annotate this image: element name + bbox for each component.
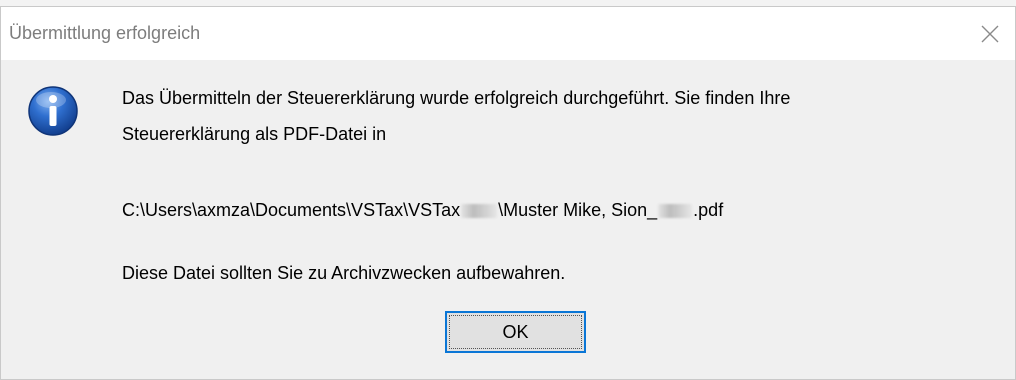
file-path: C:\Users\axmza\Documents\VSTax\VSTax \Mus… xyxy=(122,200,723,221)
redacted-text xyxy=(658,204,693,219)
message-dialog: Übermittlung erfolgreich Das Übermitteln… xyxy=(0,6,1016,380)
close-icon xyxy=(981,25,999,42)
file-path-part-3: .pdf xyxy=(693,200,724,220)
dialog-title: Übermittlung erfolgreich xyxy=(9,23,201,43)
dialog-titlebar[interactable]: Übermittlung erfolgreich xyxy=(1,7,1015,60)
ok-button-label: OK xyxy=(502,321,529,342)
info-icon xyxy=(28,86,78,136)
dialog-content: Das Übermitteln der Steuererklärung wurd… xyxy=(1,60,1015,379)
close-button[interactable] xyxy=(965,7,1015,60)
file-path-part-2: \Muster Mike, Sion_ xyxy=(498,200,658,220)
message-line-4: Diese Datei sollten Sie zu Archivzwecken… xyxy=(122,263,566,283)
message-line-1: Das Übermitteln der Steuererklärung wurd… xyxy=(122,88,791,108)
message-line-2: Steuererklärung als PDF-Datei in xyxy=(122,124,387,144)
redacted-text xyxy=(461,204,498,219)
file-path-part-1: C:\Users\axmza\Documents\VSTax\VSTax xyxy=(122,200,461,220)
ok-button[interactable]: OK xyxy=(445,311,586,353)
